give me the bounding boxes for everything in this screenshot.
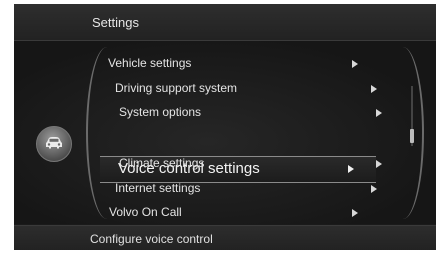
menu-item-label: Volvo On Call (109, 205, 182, 219)
page-title: Settings (92, 15, 139, 30)
triangle-right-icon (352, 209, 358, 217)
menu-bracket-right (382, 47, 424, 219)
menu-item-label: Driving support system (115, 81, 238, 95)
triangle-right-icon (371, 185, 377, 193)
menu-item-label: System options (119, 105, 202, 119)
settings-menu: Vehicle settings Driving support system … (14, 41, 436, 224)
status-bar: Configure voice control (14, 225, 436, 250)
triangle-right-icon (371, 85, 377, 93)
infotainment-screen: Settings Vehicle settings Driving suppor… (14, 4, 436, 250)
status-text: Configure voice control (90, 232, 213, 246)
triangle-right-icon (376, 160, 382, 168)
triangle-right-icon (352, 60, 358, 68)
menu-item-label: Vehicle settings (108, 56, 192, 70)
triangle-right-icon (376, 109, 382, 117)
menu-item-label: Internet settings (115, 181, 201, 195)
scroll-thumb[interactable] (410, 129, 414, 143)
title-bar: Settings (14, 4, 436, 41)
car-icon (36, 126, 72, 162)
triangle-right-icon (348, 165, 354, 173)
menu-item-label: Climate settings (119, 156, 205, 170)
